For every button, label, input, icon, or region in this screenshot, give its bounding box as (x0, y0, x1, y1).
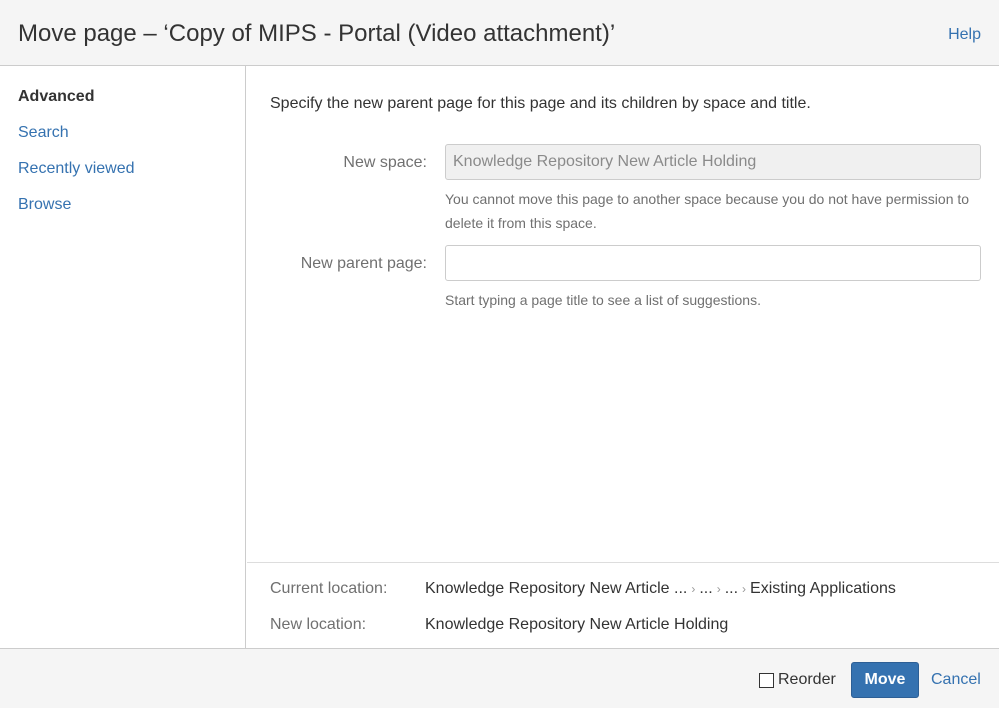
sidebar-item-browse[interactable]: Browse (18, 196, 71, 214)
reorder-checkbox[interactable] (759, 672, 774, 688)
sidebar-nav: Advanced Search Recently viewed Browse (0, 66, 246, 648)
new-parent-page-help: Start typing a page title to see a list … (445, 292, 761, 308)
new-space-input (445, 144, 981, 180)
breadcrumb-item: Knowledge Repository New Article ... (425, 580, 688, 597)
new-location-label: New location: (270, 616, 367, 633)
breadcrumb-item: ... (699, 580, 713, 597)
current-location-label: Current location: (270, 580, 388, 597)
new-location-value: Knowledge Repository New Article Holding (425, 616, 729, 633)
main-panel: Specify the new parent page for this pag… (247, 66, 999, 648)
cancel-link[interactable]: Cancel (931, 671, 981, 689)
sidebar-item-advanced[interactable]: Advanced (18, 88, 94, 106)
reorder-label: Reorder (778, 671, 836, 688)
chevron-right-icon: › (691, 582, 696, 596)
dialog-footer: Reorder Move Cancel (0, 648, 999, 708)
dialog-header: Move page – ‘Copy of MIPS - Portal (Vide… (0, 0, 999, 66)
new-parent-page-input[interactable] (445, 245, 981, 281)
location-summary: Current location: Knowledge Repository N… (247, 562, 999, 648)
new-space-help: You cannot move this page to another spa… (445, 191, 970, 231)
dialog-title: Move page – ‘Copy of MIPS - Portal (Vide… (18, 20, 616, 47)
sidebar-item-search[interactable]: Search (18, 124, 69, 142)
reorder-toggle[interactable]: Reorder (759, 671, 836, 689)
intro-text: Specify the new parent page for this pag… (270, 95, 811, 112)
chevron-right-icon: › (742, 582, 747, 596)
new-space-label: New space: (343, 154, 427, 171)
new-parent-page-label: New parent page: (300, 255, 427, 272)
current-location-breadcrumb: Knowledge Repository New Article ... ›...… (425, 580, 896, 598)
breadcrumb-item: Existing Applications (750, 580, 896, 597)
sidebar-item-recently-viewed[interactable]: Recently viewed (18, 160, 135, 178)
move-button[interactable]: Move (851, 662, 919, 698)
chevron-right-icon: › (716, 582, 721, 596)
help-link[interactable]: Help (948, 26, 981, 44)
breadcrumb-item: ... (724, 580, 739, 597)
